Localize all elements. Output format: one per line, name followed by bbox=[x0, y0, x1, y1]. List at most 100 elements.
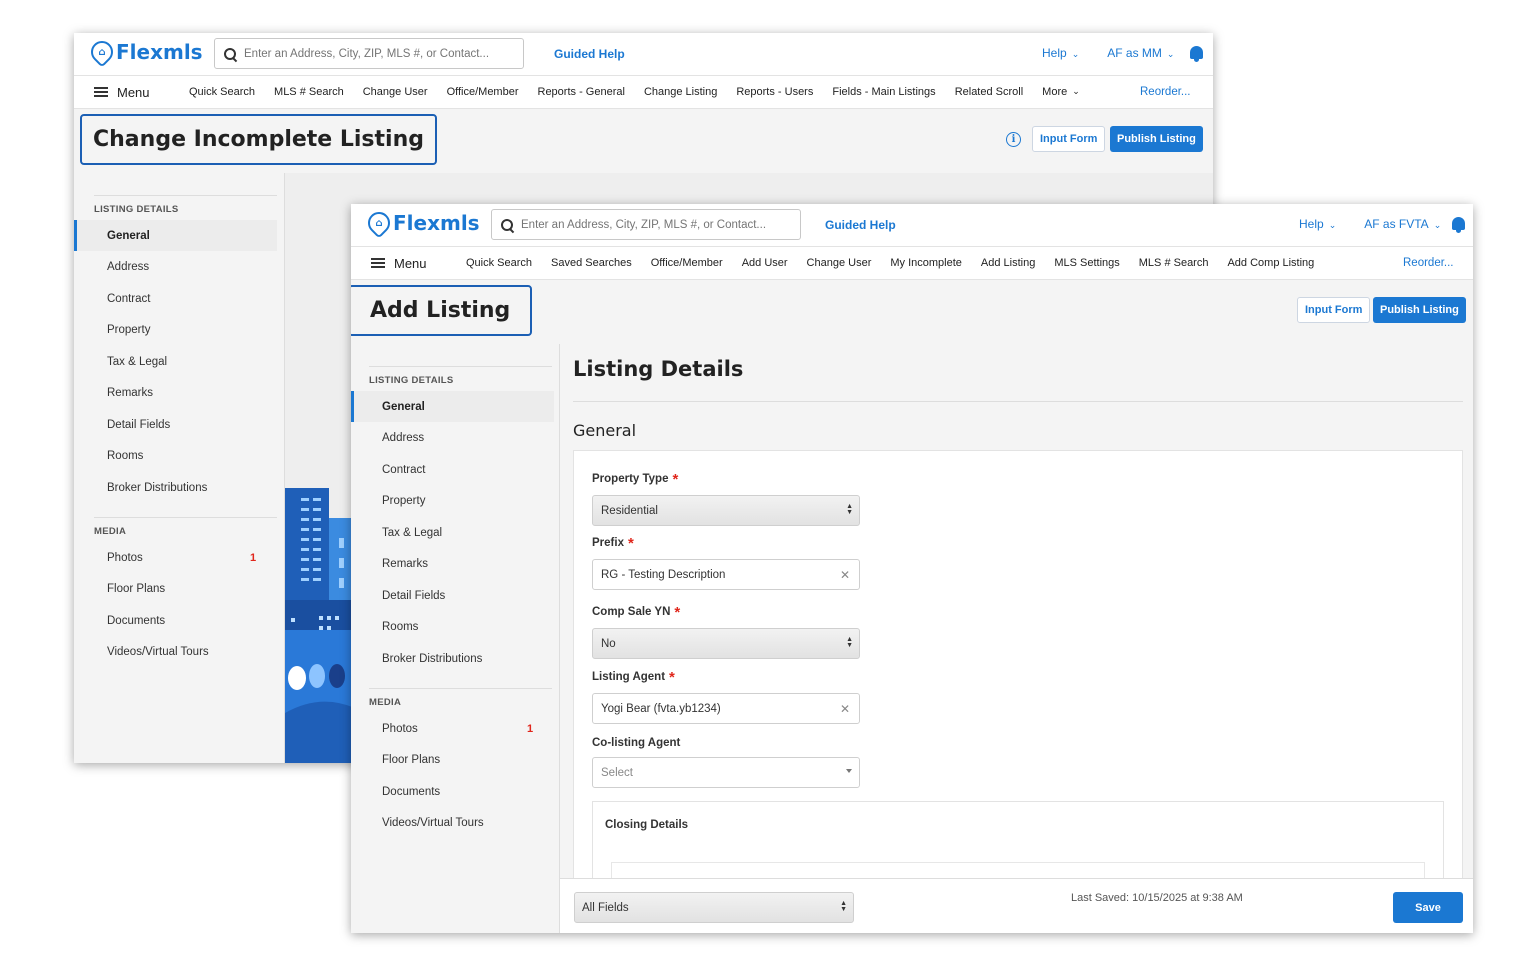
flexmls-logo[interactable]: ⌂ Flexmls bbox=[86, 36, 203, 68]
top-bar: ⌂ Flexmls Guided Help Help⌄ AF as FVTA⌄ bbox=[351, 204, 1473, 246]
chevron-down-icon: ⌄ bbox=[1072, 86, 1080, 96]
nav-fields-main-listings[interactable]: Fields - Main Listings bbox=[832, 86, 935, 98]
user-menu[interactable]: AF as MM ⌄ bbox=[1107, 46, 1174, 60]
sidebar-item-address[interactable]: Address bbox=[74, 252, 277, 283]
sidebar-item-floor-plans[interactable]: Floor Plans bbox=[351, 745, 554, 776]
notification-bell-icon[interactable] bbox=[1451, 216, 1466, 233]
sidebar-item-contract[interactable]: Contract bbox=[74, 283, 277, 314]
sidebar-item-rooms[interactable]: Rooms bbox=[351, 612, 554, 643]
input-form-button[interactable]: Input Form bbox=[1032, 126, 1106, 152]
sidebar-item-detail-fields[interactable]: Detail Fields bbox=[74, 409, 277, 440]
sidebar-item-detail-fields[interactable]: Detail Fields bbox=[351, 580, 554, 611]
input-form-button[interactable]: Input Form bbox=[1297, 297, 1371, 323]
nav-change-user[interactable]: Change User bbox=[363, 86, 428, 98]
sidebar-item-general[interactable]: General bbox=[74, 220, 277, 251]
nav-add-comp-listing[interactable]: Add Comp Listing bbox=[1227, 257, 1314, 269]
sidebar-item-photos[interactable]: Photos 1 bbox=[351, 713, 554, 744]
sidebar-item-broker-distributions[interactable]: Broker Distributions bbox=[351, 643, 554, 674]
general-card: Property Type * Residential ▲ ▼ Prefix * RG… bbox=[573, 450, 1463, 933]
help-menu[interactable]: Help ⌄ bbox=[1042, 46, 1079, 60]
nav-add-listing[interactable]: Add Listing bbox=[981, 257, 1035, 269]
top-bar: ⌂ Flexmls Guided Help Help⌄ AF as MM⌄ bbox=[74, 33, 1213, 75]
nav-mls-search[interactable]: MLS # Search bbox=[274, 86, 344, 98]
co-listing-agent-label: Co-listing Agent bbox=[592, 737, 681, 749]
search-icon bbox=[224, 47, 236, 60]
front-window: ⌂ Flexmls Guided Help Help⌄ AF as FVTA⌄ … bbox=[351, 204, 1473, 933]
sidebar-item-videos-virtual-tours[interactable]: Videos/Virtual Tours bbox=[74, 637, 277, 668]
flexmls-logo[interactable]: ⌂ Flexmls bbox=[363, 207, 480, 239]
dropdown-arrow-icon bbox=[846, 769, 852, 773]
listing-agent-field[interactable]: Yogi Bear (fvta.yb1234) ✕ bbox=[592, 693, 860, 724]
menu-button[interactable]: Menu bbox=[351, 256, 466, 271]
sidebar-item-documents[interactable]: Documents bbox=[351, 776, 554, 807]
search-input[interactable] bbox=[244, 47, 504, 60]
nav-change-listing[interactable]: Change Listing bbox=[644, 86, 717, 98]
save-button[interactable]: Save bbox=[1393, 892, 1463, 923]
sidebar-item-broker-distributions[interactable]: Broker Distributions bbox=[74, 472, 277, 503]
sidebar-item-videos-virtual-tours[interactable]: Videos/Virtual Tours bbox=[351, 808, 554, 839]
required-marker: * bbox=[674, 604, 681, 621]
nav-office-member[interactable]: Office/Member bbox=[447, 86, 519, 98]
help-menu[interactable]: Help ⌄ bbox=[1299, 217, 1336, 231]
sidebar-item-tax-legal[interactable]: Tax & Legal bbox=[351, 517, 554, 548]
info-icon[interactable]: i bbox=[1006, 132, 1021, 147]
co-listing-agent-select[interactable]: Select bbox=[592, 757, 860, 788]
nav-change-user[interactable]: Change User bbox=[807, 257, 872, 269]
nav-mls-settings[interactable]: MLS Settings bbox=[1054, 257, 1119, 269]
nav-reports-users[interactable]: Reports - Users bbox=[736, 86, 813, 98]
user-menu[interactable]: AF as FVTA ⌄ bbox=[1364, 217, 1441, 231]
nav-quick-search[interactable]: Quick Search bbox=[189, 86, 255, 98]
sidebar-item-general[interactable]: General bbox=[351, 391, 554, 422]
reorder-link[interactable]: Reorder... bbox=[1403, 257, 1454, 269]
nav-saved-searches[interactable]: Saved Searches bbox=[551, 257, 632, 269]
clear-icon[interactable]: ✕ bbox=[840, 568, 850, 582]
hamburger-icon bbox=[371, 258, 385, 268]
required-marker: * bbox=[672, 471, 679, 488]
sidebar-item-photos[interactable]: Photos 1 bbox=[74, 542, 277, 573]
photos-count-badge: 1 bbox=[527, 722, 534, 735]
sidebar-item-remarks[interactable]: Remarks bbox=[74, 378, 277, 409]
nav-reports-general[interactable]: Reports - General bbox=[538, 86, 625, 98]
sidebar-item-property[interactable]: Property bbox=[74, 315, 277, 346]
notification-bell-icon[interactable] bbox=[1189, 45, 1204, 62]
sidebar-item-address[interactable]: Address bbox=[351, 423, 554, 454]
last-saved-text: Last Saved: 10/15/2025 at 9:38 AM bbox=[1071, 892, 1243, 904]
reorder-link[interactable]: Reorder... bbox=[1140, 86, 1191, 98]
chevron-down-icon: ⌄ bbox=[1328, 220, 1337, 230]
sidebar-item-property[interactable]: Property bbox=[351, 486, 554, 517]
sidebar-item-tax-legal[interactable]: Tax & Legal bbox=[74, 346, 277, 377]
sidebar-item-documents[interactable]: Documents bbox=[74, 605, 277, 636]
sidebar-item-contract[interactable]: Contract bbox=[351, 454, 554, 485]
sidebar-item-remarks[interactable]: Remarks bbox=[351, 549, 554, 580]
comp-sale-label: Comp Sale YN * bbox=[592, 604, 681, 621]
guided-help-link[interactable]: Guided Help bbox=[554, 47, 625, 61]
nav-quick-search[interactable]: Quick Search bbox=[466, 257, 532, 269]
search-box[interactable] bbox=[214, 38, 524, 69]
nav-links: Quick Search MLS # Search Change User Offic… bbox=[189, 86, 1080, 98]
sidebar-item-rooms[interactable]: Rooms bbox=[74, 441, 277, 472]
prefix-field[interactable]: RG - Testing Description ✕ bbox=[592, 559, 860, 590]
sidebar-item-floor-plans[interactable]: Floor Plans bbox=[74, 574, 277, 605]
media-label: MEDIA bbox=[94, 526, 127, 537]
main-content: Listing Details General Property Type * R… bbox=[559, 344, 1473, 933]
comp-sale-select[interactable]: No ▲ ▼ bbox=[592, 628, 860, 659]
publish-listing-button[interactable]: Publish Listing bbox=[1373, 297, 1466, 323]
menu-button[interactable]: Menu bbox=[74, 85, 189, 100]
field-filter-select[interactable]: All Fields ▲ ▼ bbox=[574, 892, 854, 923]
search-input[interactable] bbox=[521, 218, 781, 231]
clear-icon[interactable]: ✕ bbox=[840, 702, 850, 716]
nav-office-member[interactable]: Office/Member bbox=[651, 257, 723, 269]
search-box[interactable] bbox=[491, 209, 801, 240]
select-arrows-icon: ▲ ▼ bbox=[840, 900, 847, 913]
nav-related-scroll[interactable]: Related Scroll bbox=[955, 86, 1023, 98]
top-right-controls: Help ⌄ AF as FVTA ⌄ bbox=[1299, 217, 1441, 231]
nav-mls-search[interactable]: MLS # Search bbox=[1139, 257, 1209, 269]
nav-more[interactable]: More bbox=[1042, 86, 1067, 98]
select-arrows-icon: ▲ ▼ bbox=[846, 636, 853, 649]
publish-listing-button[interactable]: Publish Listing bbox=[1110, 126, 1203, 152]
guided-help-link[interactable]: Guided Help bbox=[825, 218, 896, 232]
property-type-select[interactable]: Residential ▲ ▼ bbox=[592, 495, 860, 526]
nav-my-incomplete[interactable]: My Incomplete bbox=[890, 257, 962, 269]
nav-add-user[interactable]: Add User bbox=[742, 257, 788, 269]
nav-links: Quick Search Saved Searches Office/Member A… bbox=[466, 257, 1314, 269]
